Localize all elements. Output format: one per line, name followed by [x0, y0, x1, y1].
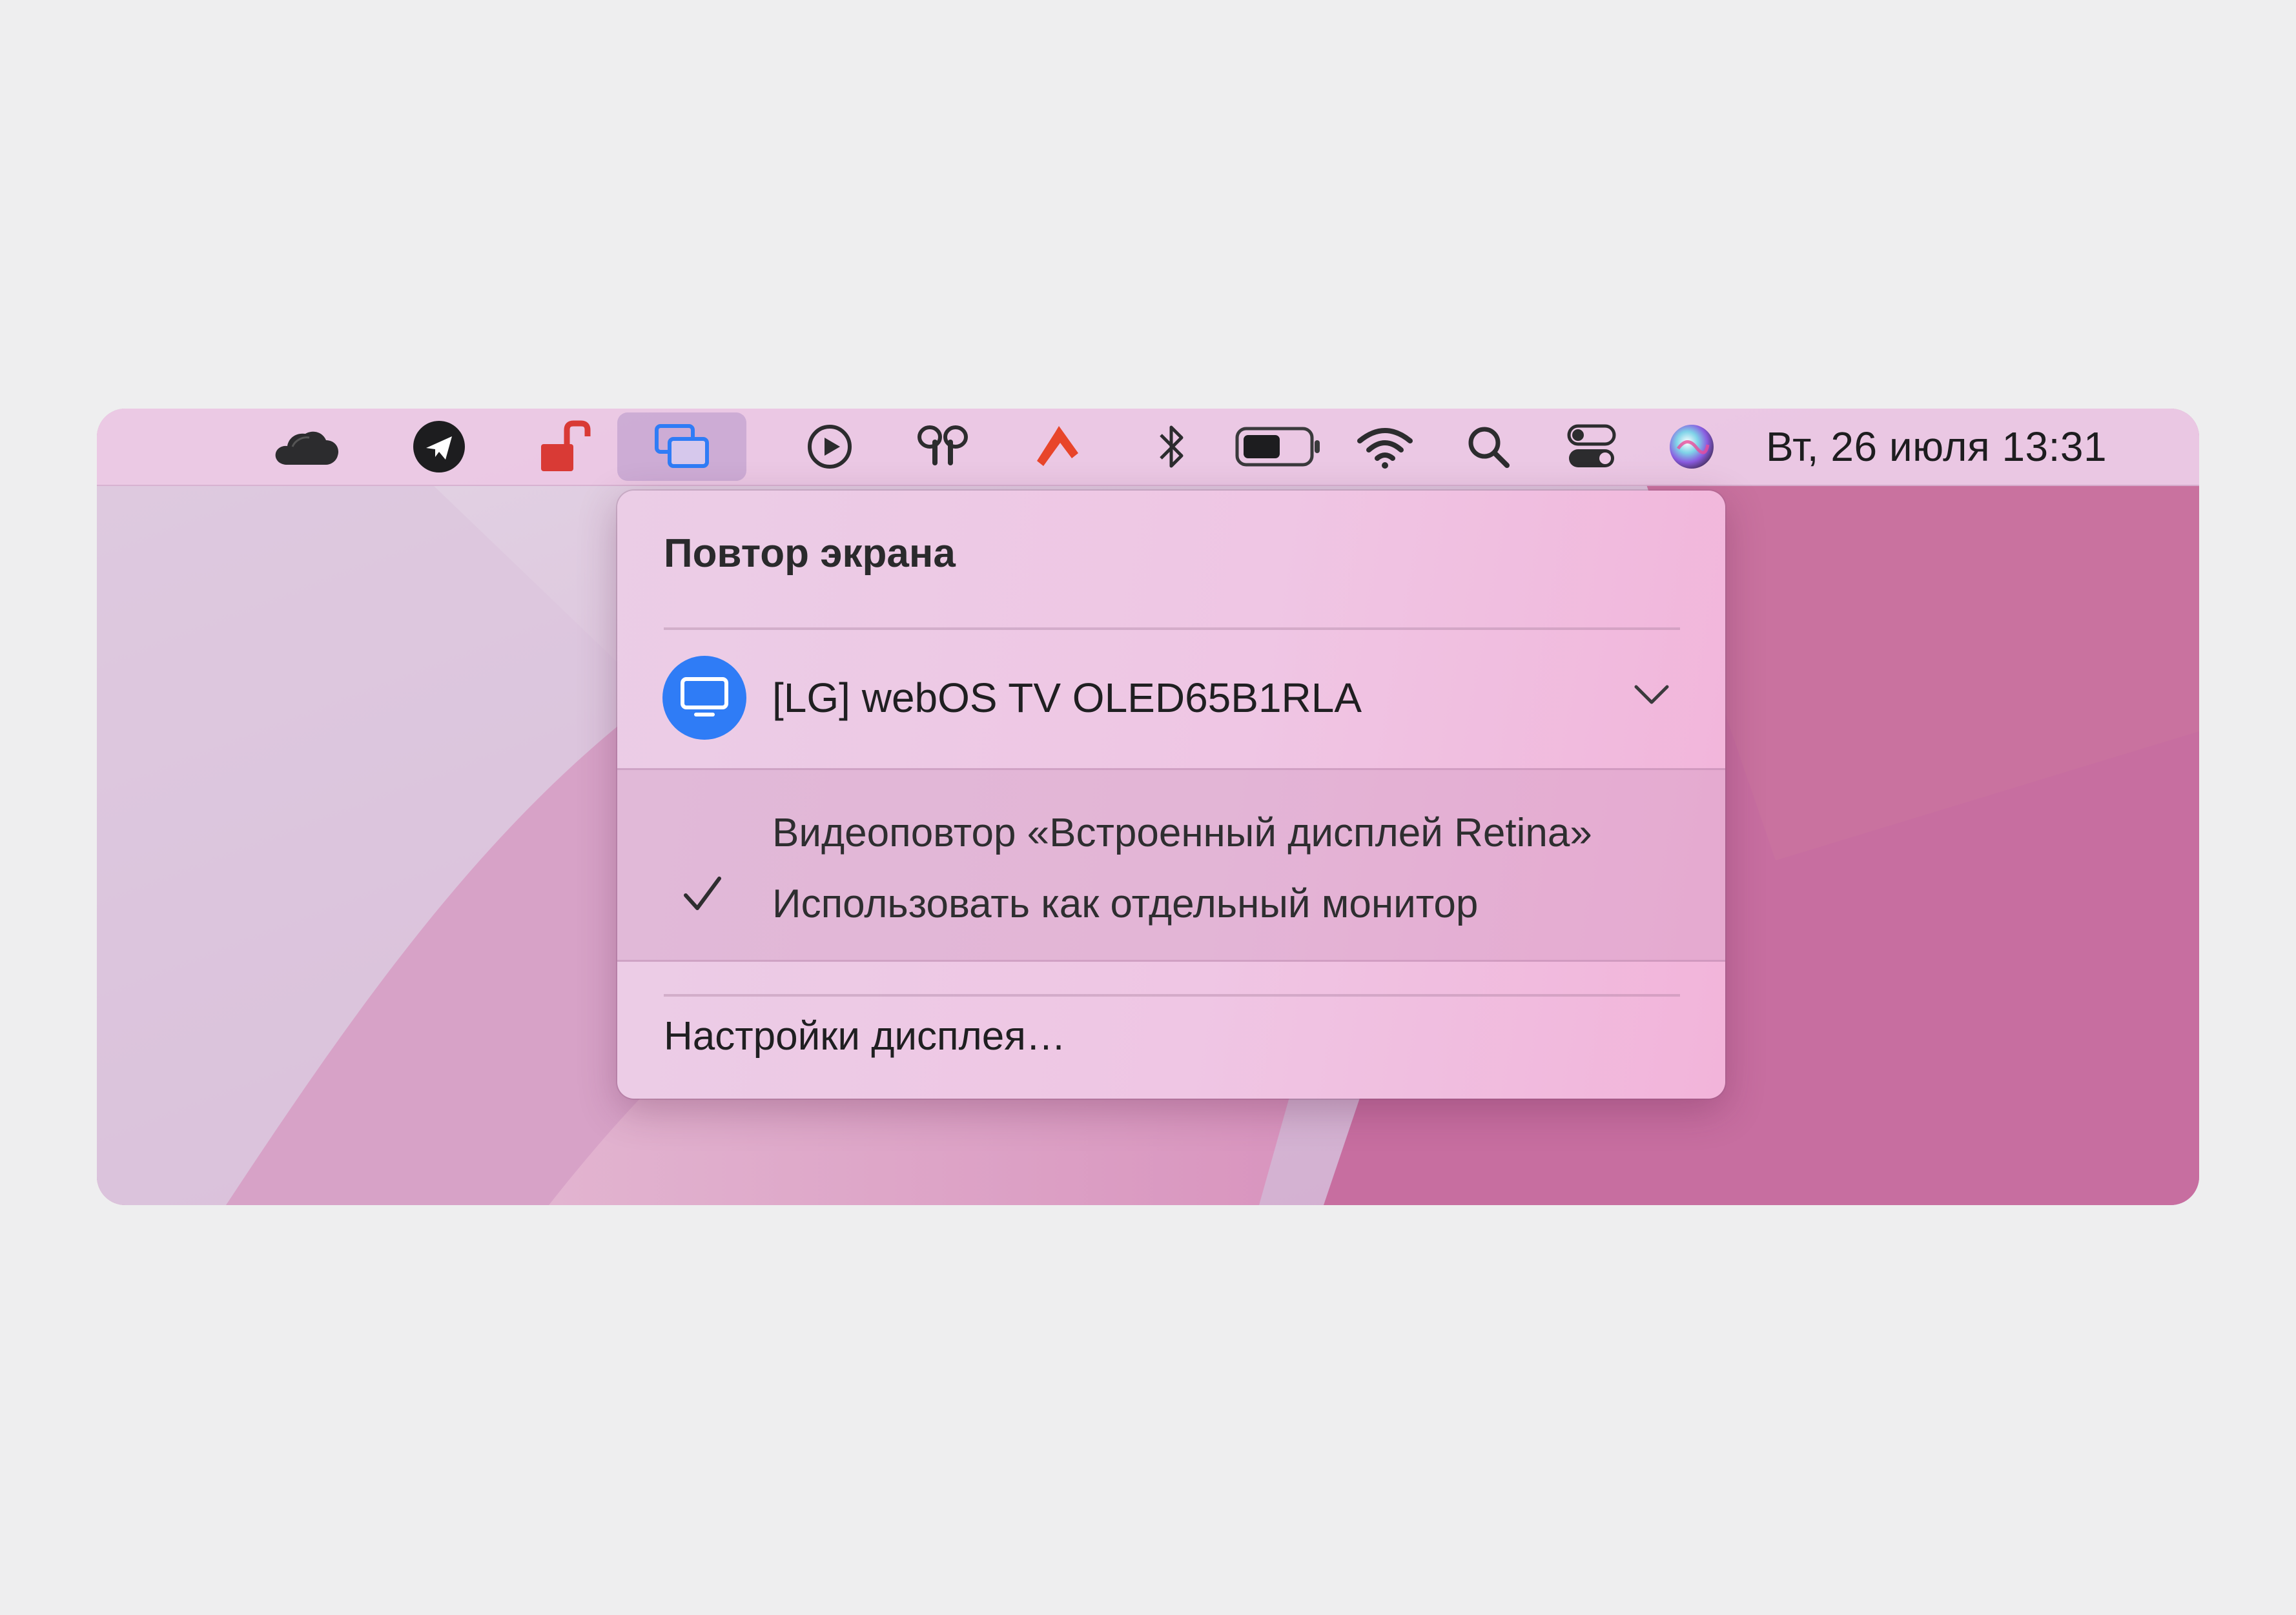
screen-mirroring-icon[interactable] [617, 412, 746, 481]
display-settings-item[interactable]: Настройки дисплея… [664, 1013, 1066, 1059]
bluetooth-icon[interactable] [1130, 412, 1214, 481]
device-name: [LG] webOS TV OLED65B1RLA [772, 675, 1362, 721]
battery-icon[interactable] [1207, 412, 1349, 481]
device-row[interactable]: [LG] webOS TV OLED65B1RLA [617, 630, 1725, 766]
cloud-icon[interactable] [265, 412, 349, 481]
screen-mirroring-menu: Повтор экрана [LG] webOS TV OLED65B1RLA … [617, 491, 1725, 1099]
option-separate-monitor[interactable]: Использовать как отдельный монитор [772, 881, 1478, 927]
menu-bar-clock[interactable]: Вт, 26 июля 13:31 [1766, 409, 2107, 485]
chevron-down-icon[interactable] [1631, 675, 1672, 717]
menu-divider [664, 994, 1680, 997]
display-icon [662, 656, 746, 740]
hammer-icon[interactable] [1017, 412, 1101, 481]
menu-title: Повтор экрана [664, 531, 956, 576]
telegram-icon[interactable] [397, 412, 481, 481]
desktop-frame: Вт, 26 июля 13:31 Повтор экрана [LG] web… [97, 409, 2199, 1205]
control-center-icon[interactable] [1550, 412, 1634, 481]
checkmark-icon [684, 877, 721, 910]
siri-icon[interactable] [1650, 412, 1734, 481]
play-icon[interactable] [788, 412, 872, 481]
display-mode-options: Видеоповтор «Встроенный дисплей Retina» … [617, 768, 1725, 962]
wifi-icon[interactable] [1337, 412, 1433, 481]
airpods-icon[interactable] [901, 412, 985, 481]
search-icon[interactable] [1446, 412, 1530, 481]
menu-bar: Вт, 26 июля 13:31 [97, 409, 2199, 486]
option-mirror-builtin[interactable]: Видеоповтор «Встроенный дисплей Retina» [772, 810, 1592, 856]
unlock-icon[interactable] [523, 412, 607, 481]
